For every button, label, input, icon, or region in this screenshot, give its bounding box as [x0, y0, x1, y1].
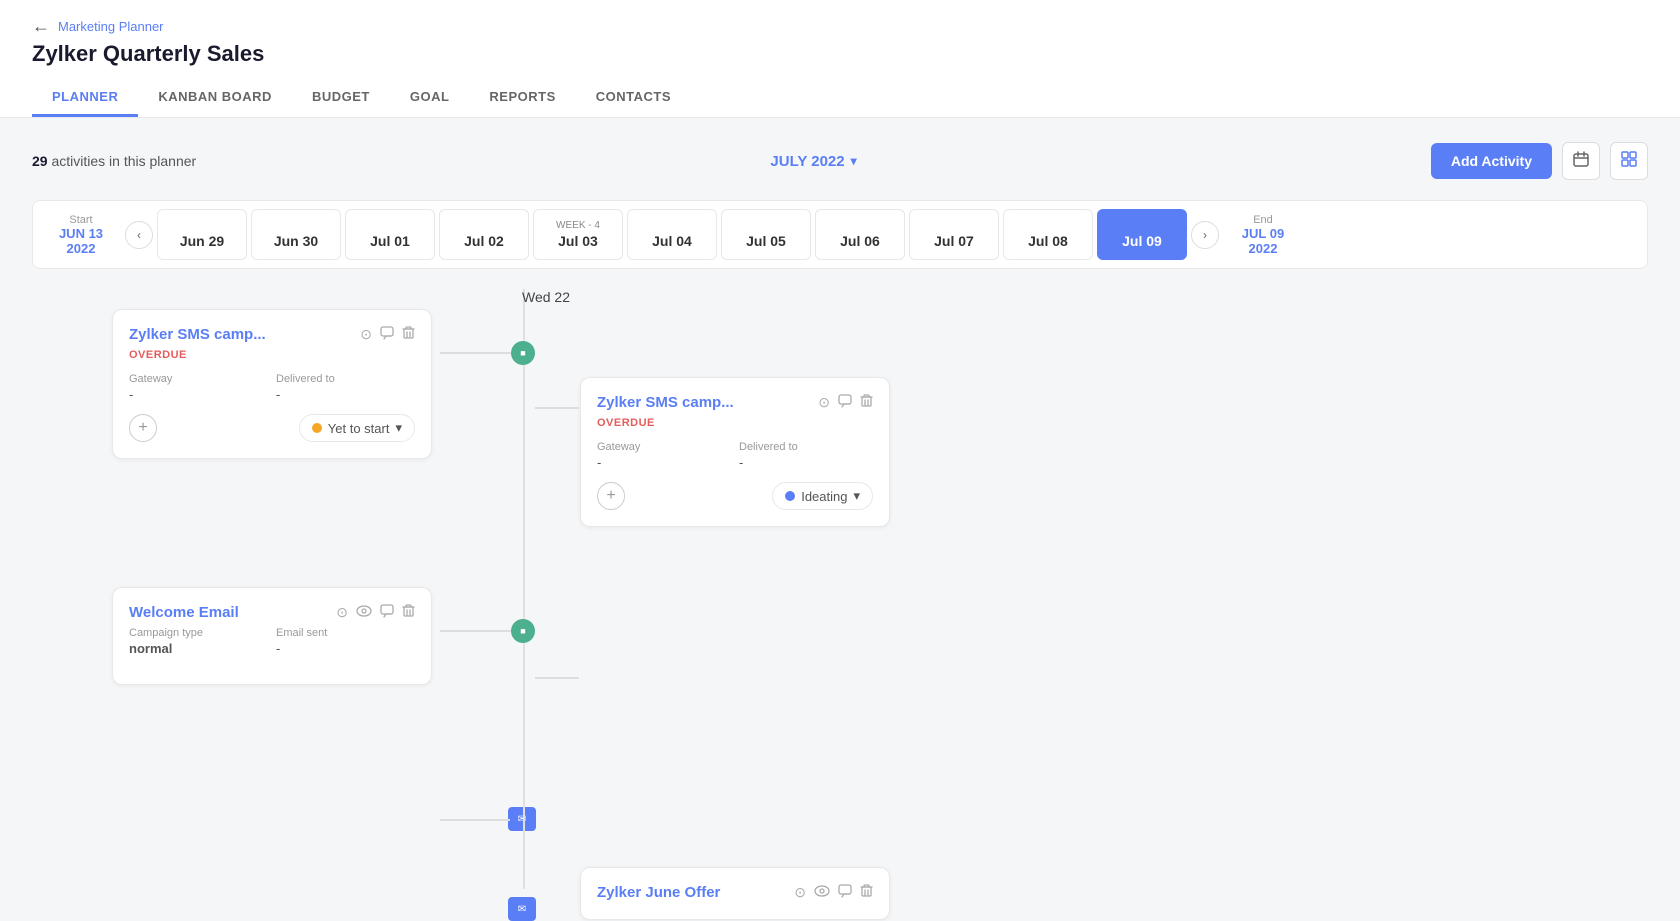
timeline-node-sms2: ■: [511, 619, 535, 643]
activity-card-email: Welcome Email ⊙: [112, 587, 432, 685]
calendar-day-jul06[interactable]: Jul 06: [815, 209, 905, 260]
grid-view-button[interactable]: [1610, 142, 1648, 180]
card3-circle-icon: ⊙: [336, 604, 348, 621]
card2-delete-icon[interactable]: [860, 394, 873, 411]
tab-reports[interactable]: REPORTS: [469, 79, 575, 117]
connector-2: [440, 630, 514, 632]
calendar-end: End JUL 09 2022: [1223, 210, 1303, 260]
tab-kanban[interactable]: KANBAN BOARD: [138, 79, 292, 117]
card1-field2-value: -: [276, 387, 415, 402]
card1-field1-value: -: [129, 387, 268, 402]
calendar-day-jul04[interactable]: Jul 04: [627, 209, 717, 260]
card2-status-dot: [785, 491, 795, 501]
grid-icon: [1621, 151, 1637, 172]
activity-card-sms1: Zylker SMS camp... ⊙ OVERDUE Gatewa: [112, 309, 432, 459]
card3-field2-label: Email sent: [276, 627, 415, 639]
tab-budget[interactable]: BUDGET: [292, 79, 390, 117]
calendar-strip: Start JUN 13 2022 ‹ Jun 29 Jun 30 Jul 01…: [32, 200, 1648, 269]
card2-circle-icon: ⊙: [818, 394, 830, 411]
calendar-day-jul09[interactable]: Jul 09: [1097, 209, 1187, 260]
card3-field1-label: Campaign type: [129, 627, 268, 639]
card1-circle-icon: ⊙: [360, 326, 372, 343]
calendar-day-jul03[interactable]: WEEK - 4 Jul 03: [533, 209, 623, 260]
calendar-day-jun30[interactable]: Jun 30: [251, 209, 341, 260]
calendar-prev-button[interactable]: ‹: [125, 221, 153, 249]
card1-delete-icon[interactable]: [402, 326, 415, 343]
timeline-node-offer: ✉: [508, 897, 536, 921]
chevron-icon: ▾: [395, 420, 402, 436]
card1-field2-label: Delivered to: [276, 373, 415, 385]
card2-comment-icon[interactable]: [838, 394, 852, 411]
back-arrow[interactable]: ←: [32, 16, 50, 37]
calendar-day-jul02[interactable]: Jul 02: [439, 209, 529, 260]
timeline-node-email: ✉: [508, 807, 536, 831]
connector-3: [440, 819, 510, 821]
card2-status: OVERDUE: [597, 417, 873, 429]
card4-comment-icon[interactable]: [838, 884, 852, 901]
calendar-icon: [1573, 151, 1589, 172]
calendar-day-jul07[interactable]: Jul 07: [909, 209, 999, 260]
calendar-day-jul08[interactable]: Jul 08: [1003, 209, 1093, 260]
card3-field1-value: normal: [129, 641, 268, 656]
date-label-wed22: Wed 22: [522, 289, 570, 305]
tab-goal[interactable]: GOAL: [390, 79, 470, 117]
card1-field1-label: Gateway: [129, 373, 268, 385]
card1-status-dot: [312, 423, 322, 433]
card1-add-button[interactable]: +: [129, 414, 157, 442]
card4-eye-icon[interactable]: [814, 884, 830, 901]
card2-add-button[interactable]: +: [597, 482, 625, 510]
calendar-view-button[interactable]: [1562, 142, 1600, 180]
card1-badge-label: Yet to start: [328, 421, 390, 436]
card2-badge-label: Ideating: [801, 489, 847, 504]
card2-field2-label: Delivered to: [739, 441, 873, 453]
card4-circle-icon: ⊙: [794, 884, 806, 901]
card1-title[interactable]: Zylker SMS camp...: [129, 326, 266, 343]
card3-eye-icon[interactable]: [356, 604, 372, 621]
add-activity-button[interactable]: Add Activity: [1431, 143, 1552, 179]
card2-title[interactable]: Zylker SMS camp...: [597, 394, 734, 411]
card1-status: OVERDUE: [129, 349, 415, 361]
card1-comment-icon[interactable]: [380, 326, 394, 343]
card2-field1-label: Gateway: [597, 441, 731, 453]
tab-bar: PLANNER KANBAN BOARD BUDGET GOAL REPORTS…: [32, 79, 1648, 117]
tab-contacts[interactable]: CONTACTS: [576, 79, 691, 117]
connector-right-2: [535, 677, 579, 679]
timeline-node-sms1: ■: [511, 341, 535, 365]
card3-comment-icon[interactable]: [380, 604, 394, 621]
chevron-down-icon: ▾: [851, 154, 857, 168]
breadcrumb: Marketing Planner: [58, 19, 164, 34]
calendar-day-jun29[interactable]: Jun 29: [157, 209, 247, 260]
page-title: Zylker Quarterly Sales: [32, 41, 1648, 67]
calendar-day-jul01[interactable]: Jul 01: [345, 209, 435, 260]
connector-right-1: [535, 407, 579, 409]
activity-timeline: Wed 22 ■ ■ ✉ ✉ Zylker S: [32, 289, 1648, 889]
connector-1: [440, 352, 514, 354]
month-selector[interactable]: JULY 2022 ▾: [770, 153, 856, 170]
activity-card-sms2: Zylker SMS camp... ⊙ OVERDUE Gatewa: [580, 377, 890, 527]
card3-delete-icon[interactable]: [402, 604, 415, 621]
activity-card-june-offer: Zylker June Offer ⊙: [580, 867, 890, 920]
card2-field2-value: -: [739, 455, 873, 470]
calendar-start: Start JUN 13 2022: [41, 210, 121, 260]
card2-status-badge[interactable]: Ideating ▾: [772, 482, 873, 510]
card3-title[interactable]: Welcome Email: [129, 604, 239, 621]
card4-delete-icon[interactable]: [860, 884, 873, 901]
calendar-day-jul05[interactable]: Jul 05: [721, 209, 811, 260]
calendar-next-button[interactable]: ›: [1191, 221, 1219, 249]
card1-status-badge[interactable]: Yet to start ▾: [299, 414, 415, 442]
chevron-icon: ▾: [853, 488, 860, 504]
tab-planner[interactable]: PLANNER: [32, 79, 138, 117]
card2-field1-value: -: [597, 455, 731, 470]
card4-title[interactable]: Zylker June Offer: [597, 884, 720, 901]
activity-count: 29 activities in this planner: [32, 153, 196, 169]
card3-field2-value: -: [276, 641, 415, 656]
timeline-line: [523, 289, 525, 889]
